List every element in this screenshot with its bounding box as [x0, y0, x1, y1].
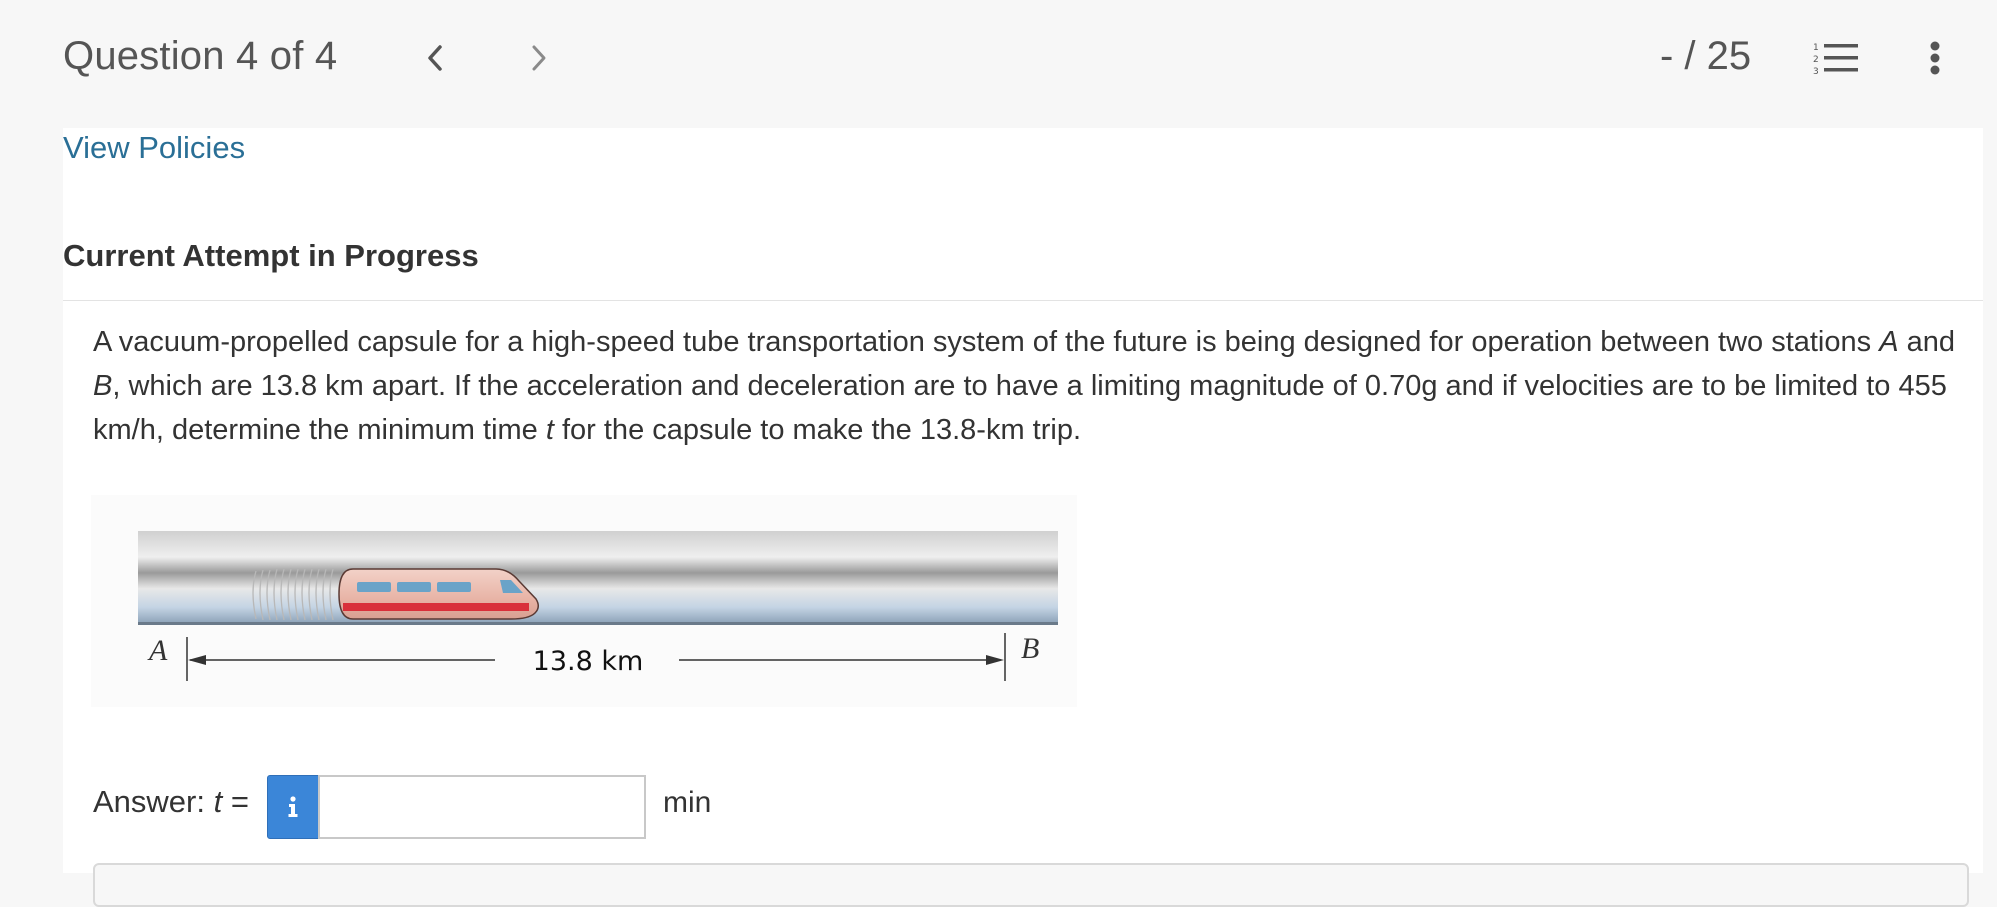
arrowhead-left: [188, 655, 206, 665]
capsule-window: [437, 582, 471, 592]
info-button[interactable]: [267, 775, 319, 839]
arrowhead-right: [986, 655, 1004, 665]
attempt-heading: Current Attempt in Progress: [63, 238, 479, 273]
answer-label: Answer: t =: [93, 784, 249, 819]
question-counter: Question 4 of 4: [63, 34, 338, 78]
info-icon: [288, 796, 298, 817]
station-b-label: B: [1021, 632, 1039, 665]
chevron-right-icon: [532, 45, 546, 71]
question-text: A vacuum-propelled capsule for a high-sp…: [93, 326, 1955, 446]
tube: [138, 531, 1058, 624]
score-display: - / 25: [1660, 34, 1752, 78]
svg-text:3: 3: [1813, 67, 1819, 77]
more-options-button[interactable]: [1920, 38, 1950, 78]
answer-input[interactable]: [318, 775, 646, 839]
divider: [63, 300, 1983, 301]
tube-capsule-figure: A B 13.8 km: [91, 495, 1077, 707]
svg-text:1: 1: [1813, 43, 1819, 53]
view-policies-link[interactable]: View Policies: [63, 130, 245, 166]
question-panel: View Policies Current Attempt in Progres…: [63, 128, 1983, 907]
vertical-ellipsis-icon: [1930, 41, 1940, 75]
capsule-window: [397, 582, 431, 592]
numbered-list-icon: 1 2 3: [1813, 43, 1858, 77]
svg-text:2: 2: [1813, 55, 1819, 65]
chevron-left-icon: [428, 45, 442, 71]
capsule-window: [357, 582, 391, 592]
previous-question-button[interactable]: [415, 38, 455, 78]
tube-bottom-edge: [138, 622, 1058, 625]
answer-unit: min: [663, 786, 712, 819]
question-list-button[interactable]: 1 2 3: [1812, 40, 1860, 78]
top-bar: Question 4 of 4 - / 25 1 2 3: [0, 0, 1997, 128]
capsule: [338, 568, 539, 620]
distance-label: 13.8 km: [533, 646, 644, 677]
capsule-stripe: [343, 603, 529, 611]
next-question-button[interactable]: [519, 38, 559, 78]
station-a-label: A: [147, 634, 168, 667]
submission-box: [93, 863, 1969, 907]
tube-illustration: A B 13.8 km: [138, 531, 1058, 681]
